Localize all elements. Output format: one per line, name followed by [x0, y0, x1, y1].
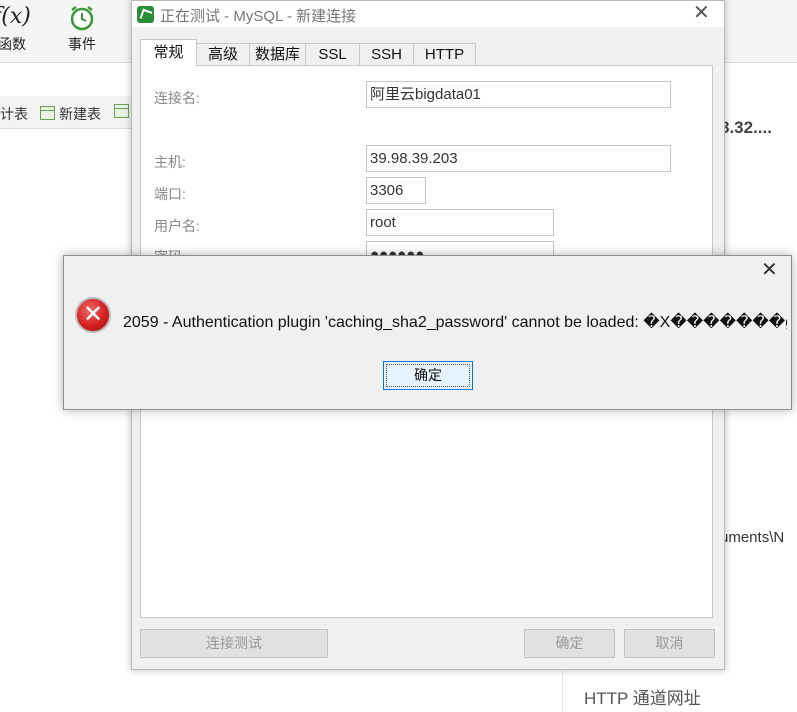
toolbar-function-button[interactable]: f(x) 函数: [0, 0, 42, 54]
alarm-clock-icon: [52, 0, 112, 34]
port-label: 端口:: [154, 186, 186, 202]
table-icon: [40, 106, 55, 120]
port-input[interactable]: 3306: [366, 177, 426, 204]
error-dialog: ✕ ✕ 2059 - Authentication plugin 'cachin…: [63, 255, 792, 410]
new-table-button[interactable]: 新建表: [40, 104, 101, 124]
navicat-logo-icon: [137, 6, 154, 23]
connection-name-input[interactable]: 阿里云bigdata01: [366, 81, 671, 108]
username-input[interactable]: root: [366, 209, 554, 236]
dialog-title: 正在测试 - MySQL - 新建连接: [160, 8, 357, 25]
tab-databases[interactable]: 数据库: [249, 43, 306, 65]
test-connection-button[interactable]: 连接测试: [140, 629, 328, 658]
close-icon[interactable]: ✕: [693, 3, 710, 23]
host-input[interactable]: 39.98.39.203: [366, 145, 671, 172]
error-icon: ✕: [75, 297, 111, 333]
cancel-button[interactable]: 取消: [624, 629, 715, 658]
server-version-text: 8.32....: [720, 118, 772, 137]
toolbar-function-label: 函数: [0, 36, 26, 52]
dialog-titlebar: 正在测试 - MySQL - 新建连接 ✕: [132, 1, 724, 27]
host-label: 主机:: [154, 154, 186, 170]
file-path-text: uments\N: [720, 529, 785, 546]
ok-button[interactable]: 确定: [524, 629, 615, 658]
design-table-button[interactable]: 计表: [0, 104, 28, 124]
close-icon[interactable]: ✕: [761, 260, 778, 280]
http-tunnel-label: HTTP 通道网址: [584, 689, 701, 708]
toolbar-event-label: 事件: [68, 36, 96, 52]
tab-http[interactable]: HTTP: [413, 43, 476, 65]
tab-ssh[interactable]: SSH: [359, 43, 414, 65]
username-label: 用户名:: [154, 218, 200, 234]
connection-name-label: 连接名:: [154, 90, 200, 106]
function-icon: f(x): [0, 4, 31, 29]
error-message: 2059 - Authentication plugin 'caching_sh…: [123, 314, 787, 331]
tab-ssl[interactable]: SSL: [305, 43, 360, 65]
new-table-label: 新建表: [59, 106, 101, 122]
tab-general[interactable]: 常规: [140, 39, 197, 66]
tab-advanced[interactable]: 高级: [196, 43, 250, 65]
toolbar-event-button[interactable]: 事件: [52, 0, 112, 54]
object-toolbar: 计表 新建表: [0, 96, 132, 129]
error-ok-button[interactable]: 确定: [383, 361, 473, 390]
object-info-panel: HTTP 通道网址: [562, 668, 797, 712]
